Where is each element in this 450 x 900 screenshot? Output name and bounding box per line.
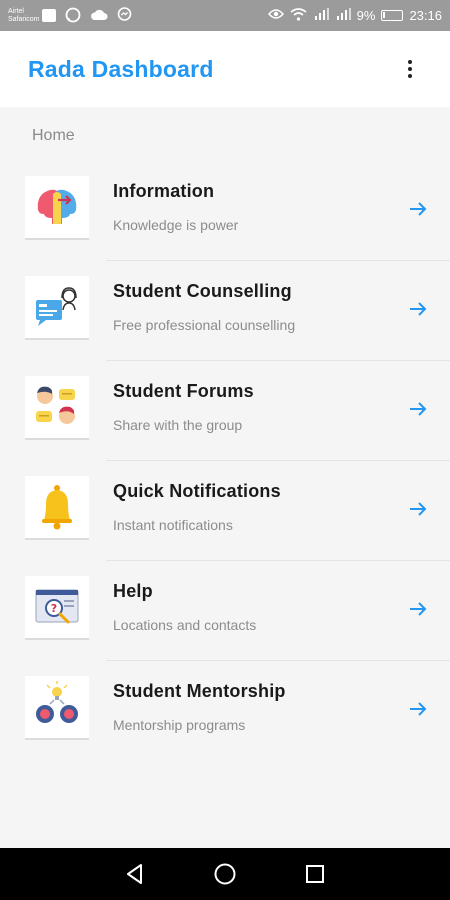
overflow-menu-button[interactable] (398, 54, 422, 84)
messenger-icon (117, 7, 132, 24)
whatsapp-icon (65, 7, 81, 25)
item-subtitle: Mentorship programs (113, 717, 246, 733)
list-item-student-mentorship[interactable]: Student Mentorship Mentorship programs (0, 660, 450, 760)
dashboard-list: Information Knowledge is power Student C… (0, 160, 450, 760)
item-subtitle: Instant notifications (113, 517, 233, 533)
arrow-right-icon (410, 602, 427, 616)
item-title: Student Forums (113, 381, 254, 401)
recents-button[interactable] (302, 861, 328, 887)
battery-icon (381, 10, 404, 21)
item-title: Help (113, 581, 153, 601)
main-content: Home Information Knowledge is power Stud… (0, 107, 450, 848)
back-button[interactable] (122, 861, 148, 887)
mentorship-icon (25, 676, 89, 740)
arrow-right-icon (410, 302, 427, 316)
item-title: Student Counselling (113, 281, 292, 301)
signal-icon (335, 8, 351, 23)
dot (408, 60, 412, 64)
battery-percent: 9% (356, 8, 376, 23)
forum-icon (25, 376, 89, 440)
item-subtitle: Locations and contacts (113, 617, 257, 633)
carrier-line-2: Safaricom (8, 15, 40, 23)
arrow-right-icon (410, 402, 427, 416)
svg-text:?: ? (51, 602, 57, 615)
app-bar: Rada Dashboard (0, 31, 450, 107)
arrow-right-icon (410, 202, 427, 216)
image-icon (42, 9, 56, 22)
list-item-information[interactable]: Information Knowledge is power (0, 160, 450, 260)
item-title: Information (113, 181, 215, 201)
counselling-icon (25, 276, 89, 340)
bell-icon (25, 476, 89, 540)
item-subtitle: Free professional counselling (113, 317, 296, 333)
dot (408, 67, 412, 71)
item-title: Quick Notifications (113, 481, 281, 501)
status-bar: Airtel Safaricom 9% 23:16 (0, 0, 450, 31)
system-nav-bar (0, 848, 450, 900)
arrow-right-icon (410, 702, 427, 716)
carrier-label: Airtel Safaricom (8, 8, 42, 24)
carrier-line-1: Airtel (8, 7, 24, 15)
clock: 23:16 (409, 8, 442, 23)
app-title: Rada Dashboard (28, 55, 214, 82)
arrow-right-icon (410, 502, 427, 516)
list-item-quick-notifications[interactable]: Quick Notifications Instant notification… (0, 460, 450, 560)
item-title: Student Mentorship (113, 681, 286, 701)
item-subtitle: Knowledge is power (113, 217, 239, 233)
breadcrumb: Home (32, 127, 75, 144)
eye-icon (267, 8, 284, 23)
list-item-student-counselling[interactable]: Student Counselling Free professional co… (0, 260, 450, 360)
list-item-help[interactable]: ? Help Locations and contacts (0, 560, 450, 660)
dot (408, 74, 412, 78)
home-circle-icon (214, 863, 236, 885)
wifi-icon (290, 7, 307, 24)
cloud-icon (90, 9, 108, 23)
list-item-student-forums[interactable]: Student Forums Share with the group (0, 360, 450, 460)
home-button[interactable] (212, 861, 238, 887)
signal-icon (313, 8, 329, 23)
recents-square-icon (306, 865, 324, 883)
back-triangle-icon (127, 864, 142, 884)
help-icon: ? (25, 576, 89, 640)
item-subtitle: Share with the group (113, 417, 243, 433)
heads-icon (25, 176, 89, 240)
